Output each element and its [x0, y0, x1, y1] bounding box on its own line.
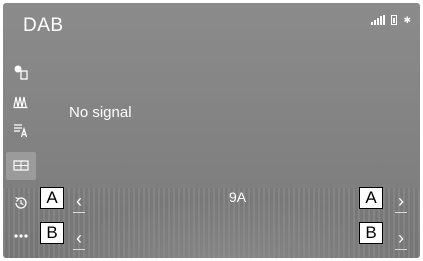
- sidebar-item-more[interactable]: [6, 222, 36, 250]
- signal-strength-icon: [371, 15, 386, 25]
- figure-frame: DAB ✱ No signal 9A ‹ › ‹ › A A B B: [0, 0, 423, 261]
- time-shift-icon: [15, 196, 27, 209]
- bluetooth-icon: ✱: [403, 15, 411, 25]
- preset-icon: [13, 160, 29, 171]
- source-icon: [14, 65, 28, 80]
- next-service-button[interactable]: ›: [392, 188, 410, 214]
- previous-service-button[interactable]: ‹: [70, 188, 88, 214]
- chevron-left-icon: ‹: [76, 228, 82, 248]
- next-ensemble-button[interactable]: ›: [392, 225, 410, 251]
- sidebar-item-presets[interactable]: [6, 152, 36, 180]
- sidebar-item-categories[interactable]: [6, 116, 36, 144]
- callout-a-right: A: [359, 187, 383, 209]
- status-bar: ✱: [371, 15, 411, 25]
- chevron-right-icon: ›: [398, 191, 404, 211]
- background-floor: [3, 188, 420, 258]
- more-options-icon: [14, 234, 28, 238]
- channel-label: 9A: [229, 189, 247, 205]
- callout-b-left: B: [40, 222, 64, 244]
- chevron-left-icon: ‹: [76, 191, 82, 211]
- sidebar-item-time-shift[interactable]: [6, 189, 36, 217]
- callout-b-right: B: [359, 222, 383, 244]
- station-list-icon: [13, 96, 28, 109]
- chevron-right-icon: ›: [398, 228, 404, 248]
- phone-battery-icon: [391, 15, 398, 25]
- category-list-icon: [14, 124, 28, 138]
- sidebar-item-stations[interactable]: [6, 87, 36, 115]
- reception-status: No signal: [69, 104, 132, 121]
- dab-screen: DAB ✱ No signal 9A ‹ › ‹ ›: [3, 3, 420, 258]
- previous-ensemble-button[interactable]: ‹: [70, 225, 88, 251]
- page-title: DAB: [23, 15, 64, 36]
- callout-a-left: A: [40, 187, 64, 209]
- sidebar-item-source[interactable]: [6, 58, 36, 86]
